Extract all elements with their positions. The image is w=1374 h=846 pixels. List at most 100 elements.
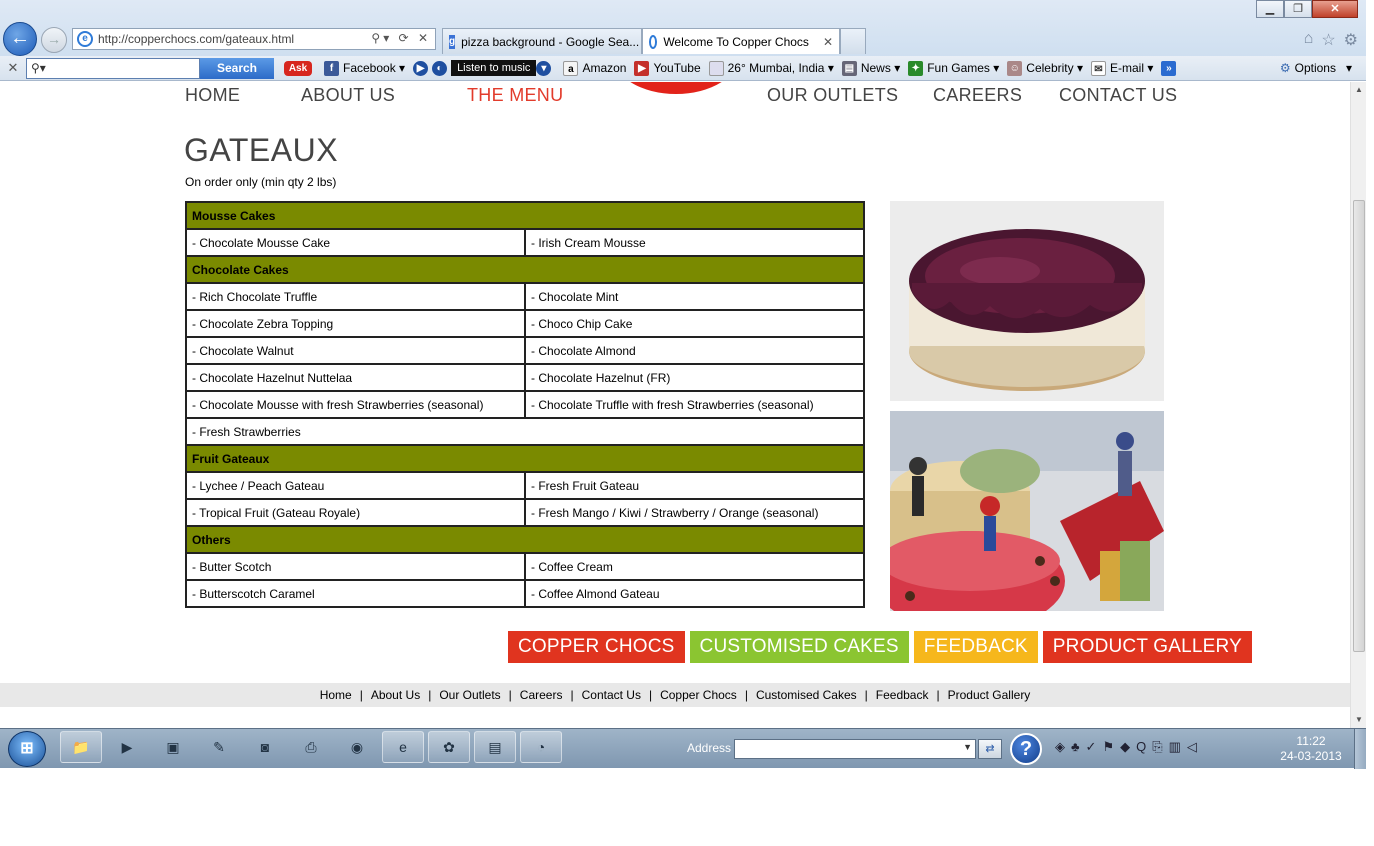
footer-links: Home | About Us | Our Outlets | Careers | Contac… (0, 683, 1350, 707)
paint-taskbar-icon[interactable]: ✎ (198, 731, 240, 763)
tray-q-icon[interactable]: Q (1136, 739, 1146, 755)
footer-link-customised-cakes[interactable]: Customised Cakes (756, 688, 857, 702)
footer-link-product-gallery[interactable]: Product Gallery (948, 688, 1031, 702)
close-tab-icon[interactable]: ✕ (823, 35, 833, 49)
footer-link-about-us[interactable]: About Us (371, 688, 420, 702)
toolbar-facebook[interactable]: f Facebook ▾ (324, 60, 405, 76)
menu-item: - Chocolate Hazelnut Nuttelaa (185, 363, 526, 392)
toolbar-amazon[interactable]: a Amazon (563, 60, 626, 76)
camera-taskbar-icon[interactable]: ◙ (244, 731, 286, 763)
nav-the-menu[interactable]: THE MENU (467, 85, 563, 106)
ie-tab-icon (649, 34, 658, 49)
menu-item: - Chocolate Mint (524, 282, 865, 311)
tray-volume-icon[interactable]: ◁ (1187, 739, 1197, 755)
footer-link-careers[interactable]: Careers (520, 688, 563, 702)
category-label: Mousse Cakes (185, 201, 865, 230)
menu-item: - Tropical Fruit (Gateau Royale) (185, 498, 526, 527)
tray-flag-icon[interactable]: ⚑ (1102, 739, 1114, 755)
tab-copper-chocs[interactable]: Welcome To Copper Chocs ✕ (642, 28, 840, 54)
maximize-button[interactable]: ❐ (1284, 0, 1312, 18)
clock-date: 24-03-2013 (1280, 749, 1342, 763)
minimize-button[interactable]: ▁ (1256, 0, 1284, 18)
feedback-button[interactable]: FEEDBACK (913, 631, 1038, 663)
footer-link-contact-us[interactable]: Contact Us (582, 688, 641, 702)
tray-network-icon[interactable]: ▥ (1169, 739, 1181, 755)
toolbar-more[interactable]: » (1161, 60, 1180, 76)
toolbar-news[interactable]: ▤ News ▾ (841, 60, 900, 76)
ask-logo[interactable]: Ask (284, 60, 316, 76)
customised-cakes-button[interactable]: CUSTOMISED CAKES (689, 631, 909, 663)
paint-app-taskbar-icon[interactable]: ◔ (520, 731, 562, 763)
home-icon[interactable]: ⌂ (1304, 30, 1314, 50)
address-bar[interactable]: e http://copperchocs.com/gateaux.html ⚲▾… (72, 28, 436, 50)
help-icon[interactable]: ? (1010, 733, 1042, 765)
scroll-thumb[interactable] (1353, 200, 1365, 652)
tray-icon-1[interactable]: ◈ (1055, 739, 1065, 755)
taskbar-clock[interactable]: 11:22 24-03-2013 (1278, 734, 1344, 764)
app-taskbar-icon[interactable]: ✿ (428, 731, 470, 763)
taskbar-go-button[interactable]: ⇄ (978, 739, 1002, 759)
category-row: Others (185, 525, 865, 554)
start-button[interactable]: ⊞ (8, 731, 46, 767)
menu-item: - Coffee Almond Gateau (524, 579, 865, 608)
nav-contact-us[interactable]: CONTACT US (1059, 85, 1177, 106)
nav-home[interactable]: HOME (185, 85, 240, 106)
category-label: Others (185, 525, 865, 554)
close-window-button[interactable]: ✕ (1312, 0, 1358, 18)
scroll-up-arrow-icon[interactable]: ▲ (1351, 82, 1367, 98)
more-chevron-icon: » (1161, 60, 1177, 76)
forward-button[interactable]: → (41, 27, 67, 53)
taskbar-address-input[interactable]: ▼ (734, 739, 976, 759)
tray-security-icon[interactable]: ✓ (1086, 739, 1097, 755)
menu-item: - Irish Cream Mousse (524, 228, 865, 257)
media-player-taskbar-icon[interactable]: ▶ (106, 731, 148, 763)
show-desktop-button[interactable] (1354, 729, 1366, 769)
toolbar-search-button[interactable]: Search (200, 57, 274, 79)
tray-icon-2[interactable]: ♣ (1071, 739, 1080, 755)
toolbar-weather[interactable]: 26° Mumbai, India ▾ (708, 60, 834, 76)
browser-title-bar: ▁ ❐ ✕ ← → e http://copperchocs.com/gatea… (0, 0, 1366, 56)
notepad-taskbar-icon[interactable]: ▤ (474, 731, 516, 763)
explorer-taskbar-icon[interactable]: 📁 (60, 731, 102, 763)
scroll-down-arrow-icon[interactable]: ▼ (1351, 712, 1367, 728)
footer-link-feedback[interactable]: Feedback (876, 688, 929, 702)
network-taskbar-icon[interactable]: ▣ (152, 731, 194, 763)
menu-item: - Coffee Cream (524, 552, 865, 581)
play-icon[interactable]: ▶ (413, 60, 429, 76)
new-tab-button[interactable] (840, 28, 866, 54)
close-toolbar-icon[interactable]: ✕ (0, 60, 26, 76)
favorites-star-icon[interactable]: ☆ (1321, 30, 1335, 50)
toolbar-options[interactable]: ⚙ Options ▾ (1280, 61, 1352, 75)
address-tools-icons[interactable]: ⚲▾ ⟳ ✕ (371, 31, 431, 45)
tab-google-search[interactable]: g pizza background - Google Sea... (442, 28, 642, 54)
nav-careers[interactable]: CAREERS (933, 85, 1022, 106)
internet-explorer-taskbar-icon[interactable]: e (382, 731, 424, 763)
footer-link-home[interactable]: Home (320, 688, 352, 702)
footer-link-copper-chocs[interactable]: Copper Chocs (660, 688, 737, 702)
copper-chocs-logo[interactable] (612, 82, 740, 94)
vertical-scrollbar[interactable]: ▲ ▼ (1350, 82, 1366, 728)
dropdown-icon[interactable]: ▾ (536, 60, 552, 76)
toolbar-fun-games[interactable]: ✦ Fun Games ▾ (908, 60, 999, 76)
nav-our-outlets[interactable]: OUR OUTLETS (767, 85, 898, 106)
nav-about-us[interactable]: ABOUT US (301, 85, 395, 106)
tab-label: Welcome To Copper Chocs (663, 34, 809, 49)
section-buttons: COPPER CHOCS CUSTOMISED CAKES FEEDBACK P… (508, 631, 1252, 663)
menu-item: - Fresh Fruit Gateau (524, 471, 865, 500)
toolbar-youtube[interactable]: ▶ YouTube (634, 60, 701, 76)
dropdown-arrow-icon[interactable]: ▼ (963, 742, 972, 752)
chrome-taskbar-icon[interactable]: ◉ (336, 731, 378, 763)
footer-link-our-outlets[interactable]: Our Outlets (439, 688, 500, 702)
volume-icon[interactable]: ◐ (432, 60, 448, 76)
settings-gear-icon[interactable]: ⚙ (1344, 30, 1358, 50)
product-gallery-button[interactable]: PRODUCT GALLERY (1042, 631, 1252, 663)
toolbar-email[interactable]: ✉ E-mail ▾ (1091, 60, 1153, 76)
toolbar-search-input[interactable]: ⚲▾ (26, 57, 200, 79)
tray-nvidia-icon[interactable]: ◆ (1120, 739, 1130, 755)
toolbar-music-player[interactable]: ▶ ◐ Listen to music ▾ (413, 60, 555, 76)
copper-chocs-button[interactable]: COPPER CHOCS (508, 631, 685, 663)
printer-taskbar-icon[interactable]: ⎙ (290, 731, 332, 763)
toolbar-celebrity[interactable]: ☺ Celebrity ▾ (1007, 60, 1083, 76)
back-button[interactable]: ← (3, 22, 37, 56)
tray-usb-icon[interactable]: ⎘ (1152, 739, 1162, 755)
